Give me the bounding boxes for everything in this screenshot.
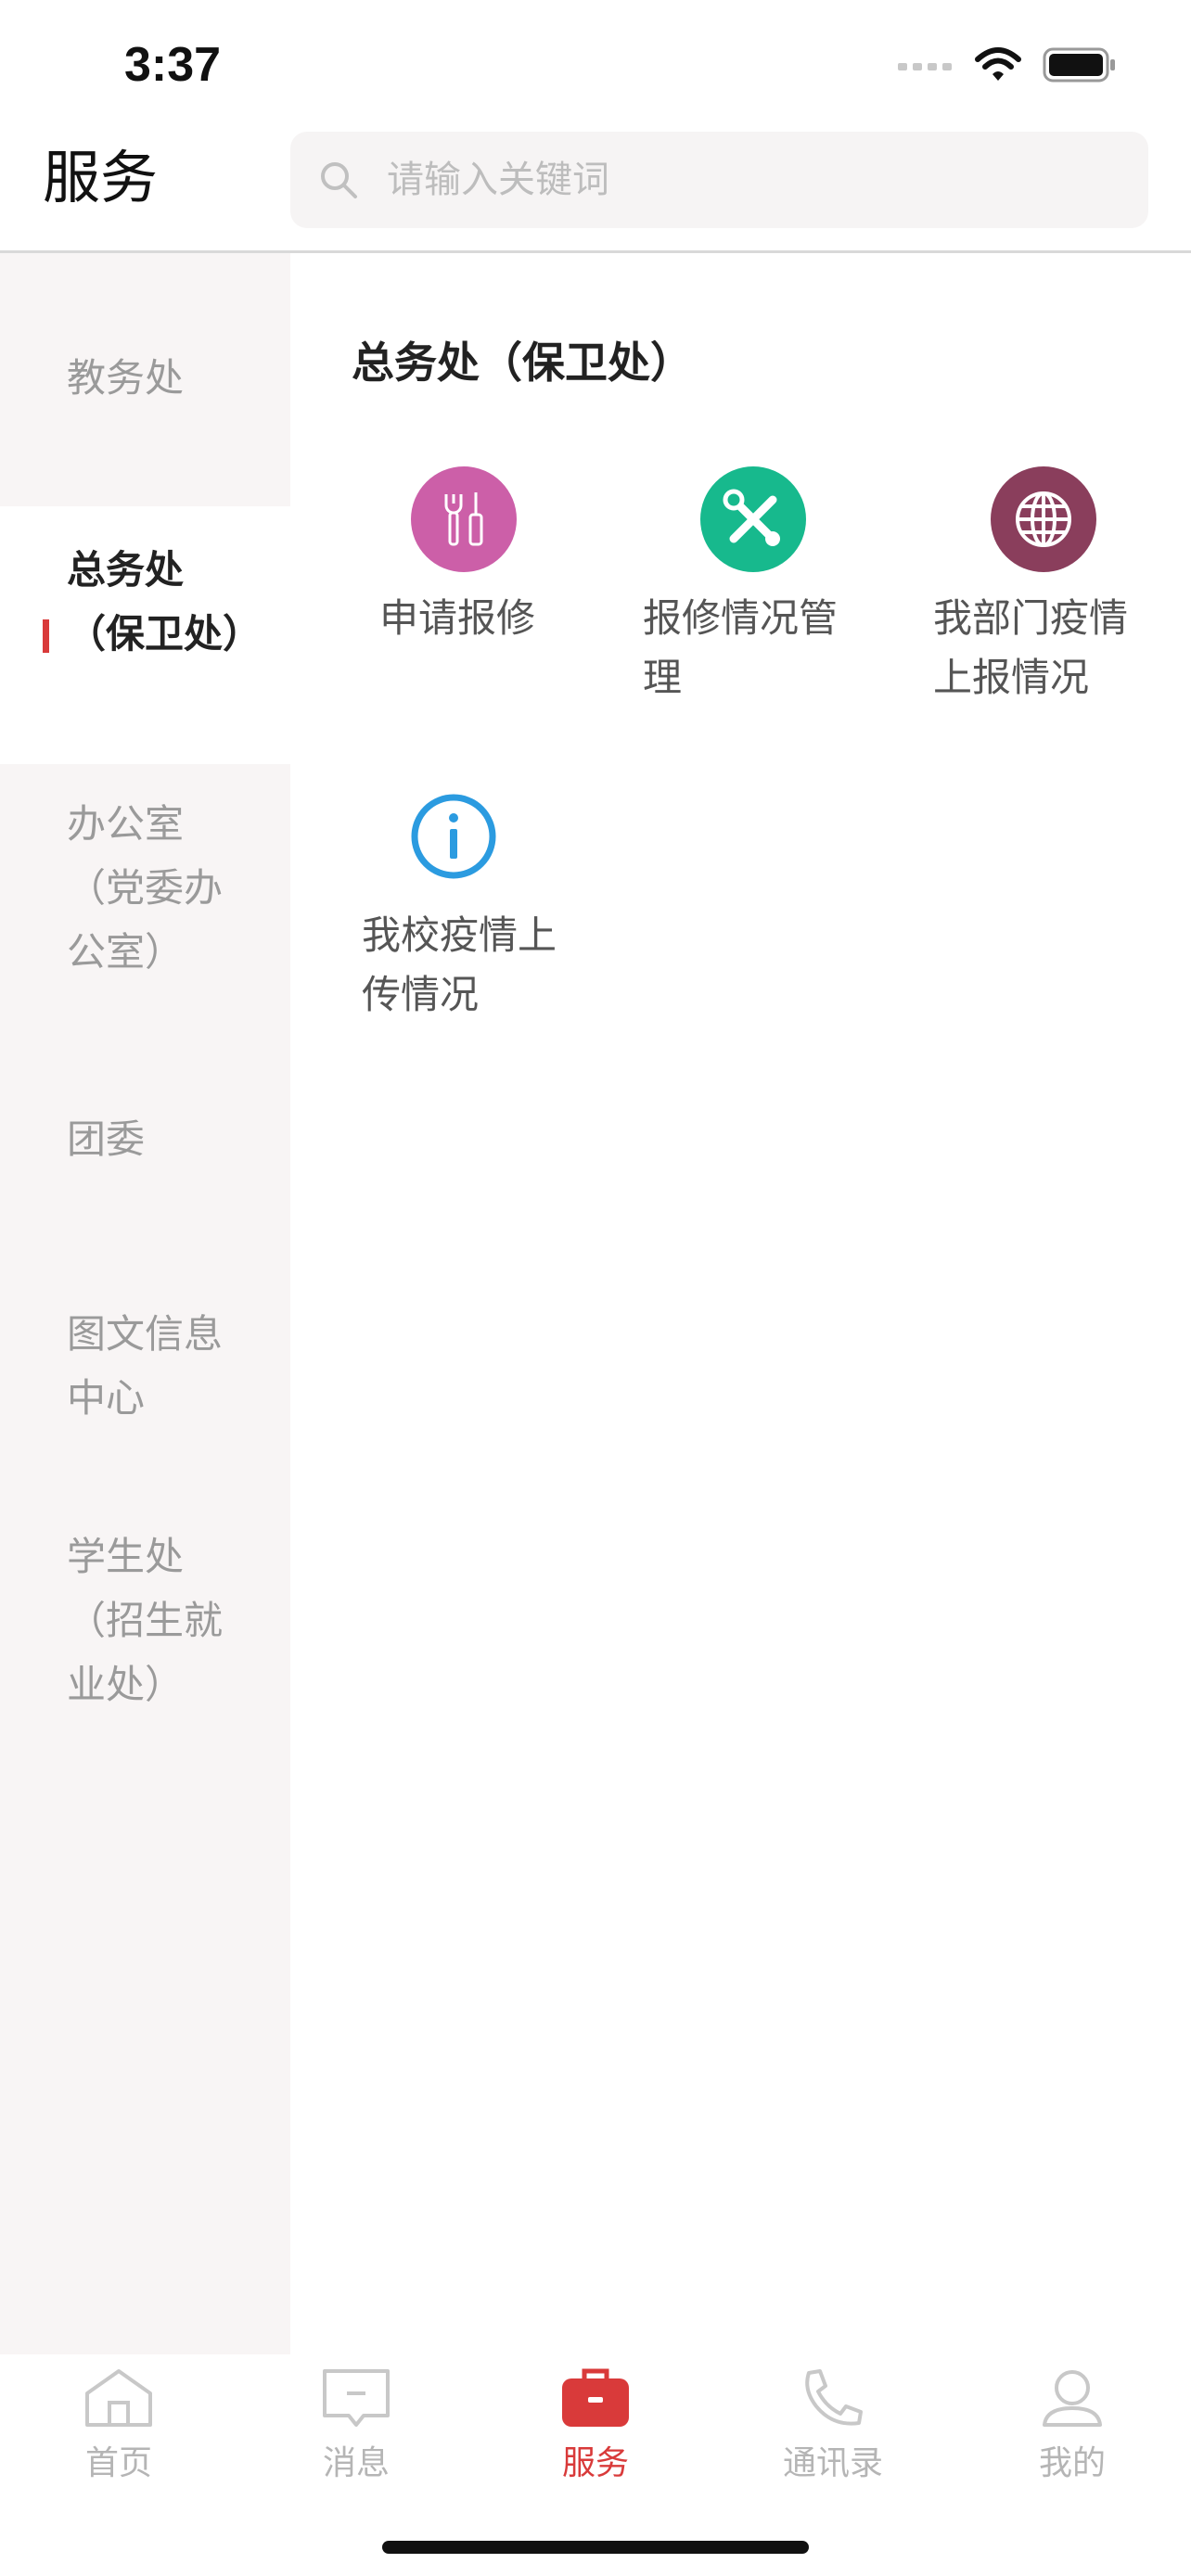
tab-profile[interactable]: 我的 [998, 2366, 1146, 2486]
tab-home[interactable]: 首页 [45, 2366, 193, 2486]
tab-messages[interactable]: 消息 [282, 2366, 430, 2486]
active-indicator [43, 619, 49, 653]
service-label: 我部门疫情上报情况 [933, 595, 1129, 700]
sidebar-item-youth-league[interactable]: 团委 [0, 1005, 290, 1209]
service-label: 我校疫情上传情况 [362, 912, 557, 1017]
tools-icon [411, 466, 517, 572]
tab-label: 消息 [322, 2444, 390, 2482]
search-input[interactable] [385, 158, 1112, 202]
globe-icon [991, 466, 1096, 572]
header: 服务 [0, 121, 1191, 253]
sidebar-item-office[interactable]: 办公室（党委办公室） [0, 764, 290, 1005]
service-school-epidemic-upload[interactable]: 我校疫情上传情况 [362, 784, 584, 1025]
search-icon [321, 162, 357, 198]
sidebar-item-label: 总务处（保卫处） [67, 547, 263, 657]
battery-icon [1043, 46, 1117, 87]
sidebar-item-information-center[interactable]: 图文信息中心 [0, 1302, 290, 1506]
service-department-epidemic-report[interactable]: 我部门疫情上报情况 [933, 466, 1156, 708]
tab-label: 我的 [1038, 2444, 1106, 2482]
tab-label: 通讯录 [782, 2444, 883, 2482]
tab-services[interactable]: 服务 [521, 2366, 670, 2486]
wifi-icon [974, 46, 1022, 87]
tab-contacts[interactable]: 通讯录 [759, 2366, 907, 2486]
home-indicator [382, 2541, 809, 2554]
sidebar-item-general-affairs[interactable]: 总务处（保卫处） [0, 506, 290, 764]
sidebar-item-label: 教务处 [67, 355, 185, 401]
sidebar-item-label: 办公室（党委办公室） [67, 801, 224, 975]
service-label: 申请报修 [379, 595, 536, 641]
user-icon [1043, 2370, 1102, 2427]
main-content: 总务处（保卫处） 申请报修 报修情况管理 我部门疫情上报情况 我校疫情上传情况 [290, 253, 1191, 2354]
tab-label: 服务 [561, 2444, 629, 2482]
sidebar-item-label: 图文信息中心 [67, 1311, 224, 1421]
signal-icon [898, 58, 954, 76]
service-repair-management[interactable]: 报修情况管理 [643, 466, 865, 708]
sidebar-item-student-affairs[interactable]: 学生处（招生就业处） [0, 1524, 290, 1747]
search-box[interactable] [290, 132, 1148, 228]
sidebar-item-label: 学生处（招生就业处） [67, 1534, 224, 1707]
wrench-screwdriver-icon [700, 466, 806, 572]
status-time: 3:37 [124, 38, 222, 92]
sidebar-item-label: 团委 [67, 1116, 146, 1162]
briefcase-icon [562, 2368, 629, 2427]
tab-label: 首页 [84, 2444, 152, 2482]
section-title: 总务处（保卫处） [352, 338, 693, 388]
status-bar: 3:37 [0, 0, 1191, 121]
sidebar-item-academic-affairs[interactable]: 教务处 [0, 253, 290, 506]
message-icon [323, 2369, 390, 2427]
page-title: 服务 [43, 144, 159, 211]
service-label: 报修情况管理 [643, 595, 839, 700]
home-icon [85, 2369, 152, 2427]
service-apply-repair[interactable]: 申请报修 [352, 466, 574, 708]
status-icons [898, 46, 1117, 87]
info-icon [401, 784, 506, 889]
sidebar: 教务处 总务处（保卫处） 办公室（党委办公室） 团委 图文信息中心 学生处（招生… [0, 253, 290, 2354]
phone-icon [805, 2369, 863, 2426]
